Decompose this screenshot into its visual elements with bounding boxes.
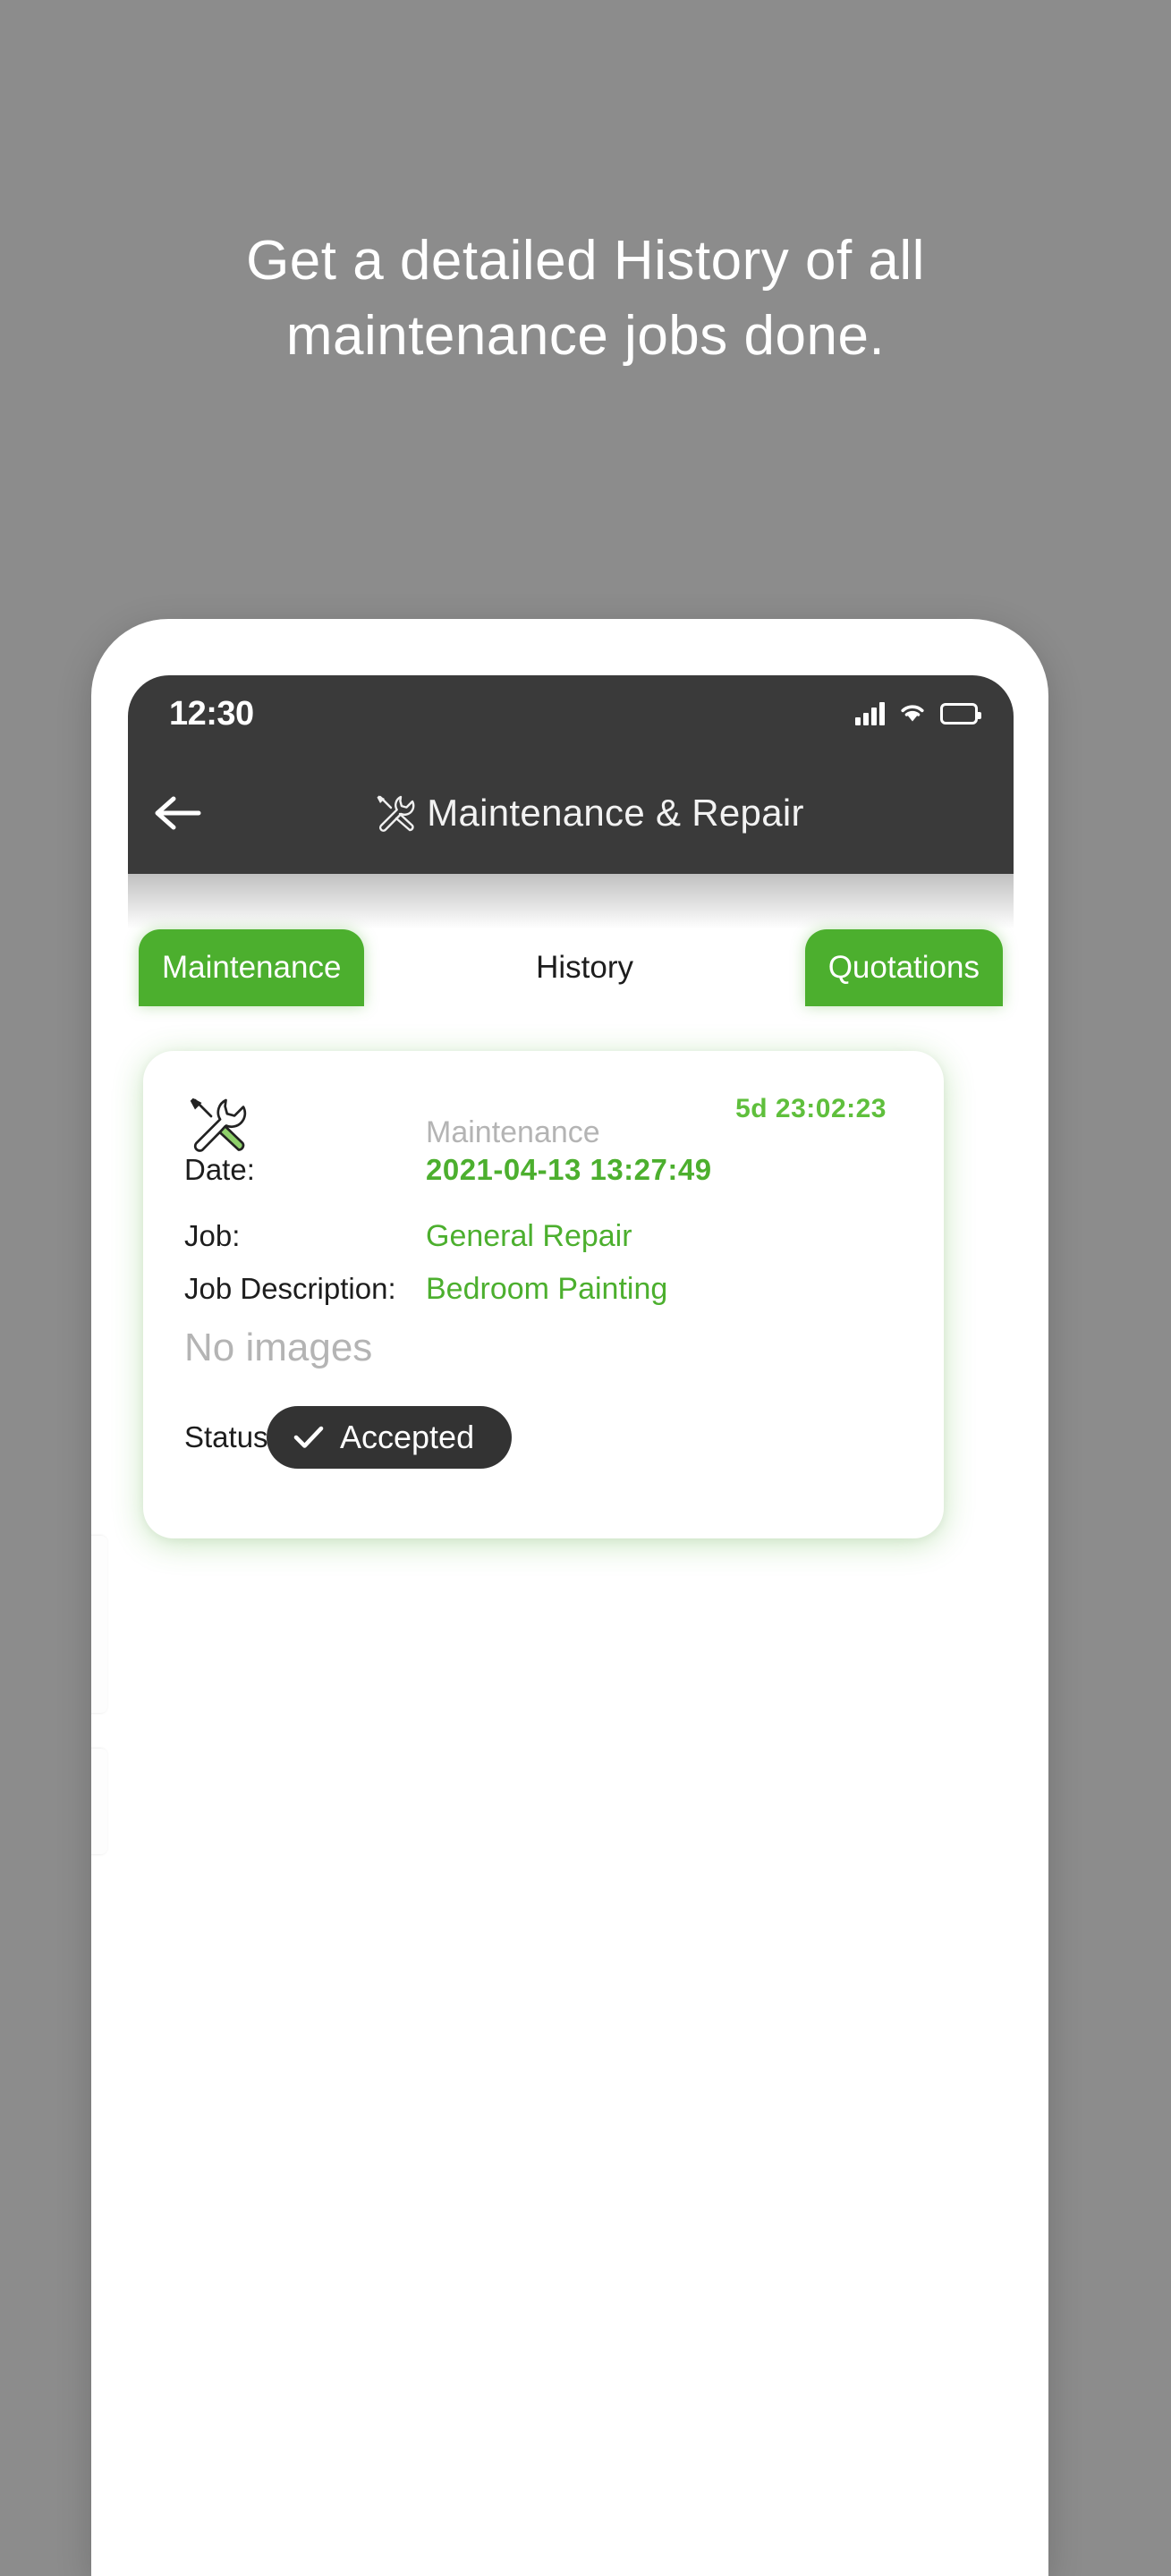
app-header-bar: 12:30 Maintenance & Repair — [128, 675, 1014, 874]
battery-icon — [940, 703, 981, 724]
field-row-job: Job: General Repair — [184, 1219, 903, 1254]
promo-headline: Get a detailed History of all maintenanc… — [0, 224, 1171, 374]
tab-quotations-label: Quotations — [827, 950, 980, 985]
volume-up-button[interactable] — [91, 1536, 107, 1713]
wifi-icon — [897, 700, 928, 728]
app-title-group: Maintenance & Repair — [226, 792, 1014, 835]
status-badge[interactable]: Accepted — [267, 1405, 513, 1469]
back-arrow-icon[interactable] — [128, 793, 226, 833]
app-nav-row: Maintenance & Repair — [128, 752, 1014, 874]
tab-maintenance[interactable]: Maintenance — [139, 929, 365, 1006]
card-kind-label: Maintenance — [426, 1115, 600, 1149]
status-badge-label: Accepted — [340, 1418, 475, 1455]
tab-maintenance-label: Maintenance — [162, 950, 342, 985]
no-images-placeholder: No images — [184, 1326, 373, 1369]
phone-device-frame — [91, 619, 1048, 2576]
card-countdown: 5d 23:02:23 — [735, 1094, 887, 1123]
field-value-job: General Repair — [426, 1219, 632, 1253]
signal-bars-icon — [855, 702, 885, 725]
field-label-job: Job: — [184, 1219, 241, 1252]
field-value-job-description: Bedroom Painting — [426, 1272, 668, 1306]
screenshot-root: Get a detailed History of all maintenanc… — [0, 0, 1171, 2576]
history-job-card[interactable]: Maintenance 5d 23:02:23 Date: 2021-04-13… — [143, 1051, 944, 1538]
tools-icon — [184, 1092, 249, 1157]
field-row-job-description: Job Description: Bedroom Painting — [184, 1272, 903, 1307]
status-label: Status: — [184, 1419, 276, 1453]
status-bar: 12:30 — [128, 675, 1014, 752]
tab-history[interactable]: History — [513, 929, 657, 1006]
page-title: Maintenance & Repair — [427, 792, 804, 834]
status-bar-icons — [855, 700, 981, 728]
tools-icon — [373, 792, 416, 835]
promo-headline-line-2: maintenance jobs done. — [285, 305, 886, 367]
tab-history-label: History — [536, 950, 634, 985]
field-label-job-description: Job Description: — [184, 1272, 396, 1305]
card-header: Maintenance 5d 23:02:23 — [184, 1089, 903, 1194]
status-bar-clock: 12:30 — [169, 694, 254, 733]
tab-quotations[interactable]: Quotations — [804, 929, 1003, 1006]
tab-bar: Maintenance History Quotations — [128, 929, 1014, 1006]
volume-down-button[interactable] — [91, 1749, 107, 1854]
promo-headline-line-1: Get a detailed History of all — [246, 230, 925, 292]
check-icon — [293, 1425, 324, 1450]
status-row: Status: Accepted — [184, 1405, 903, 1469]
